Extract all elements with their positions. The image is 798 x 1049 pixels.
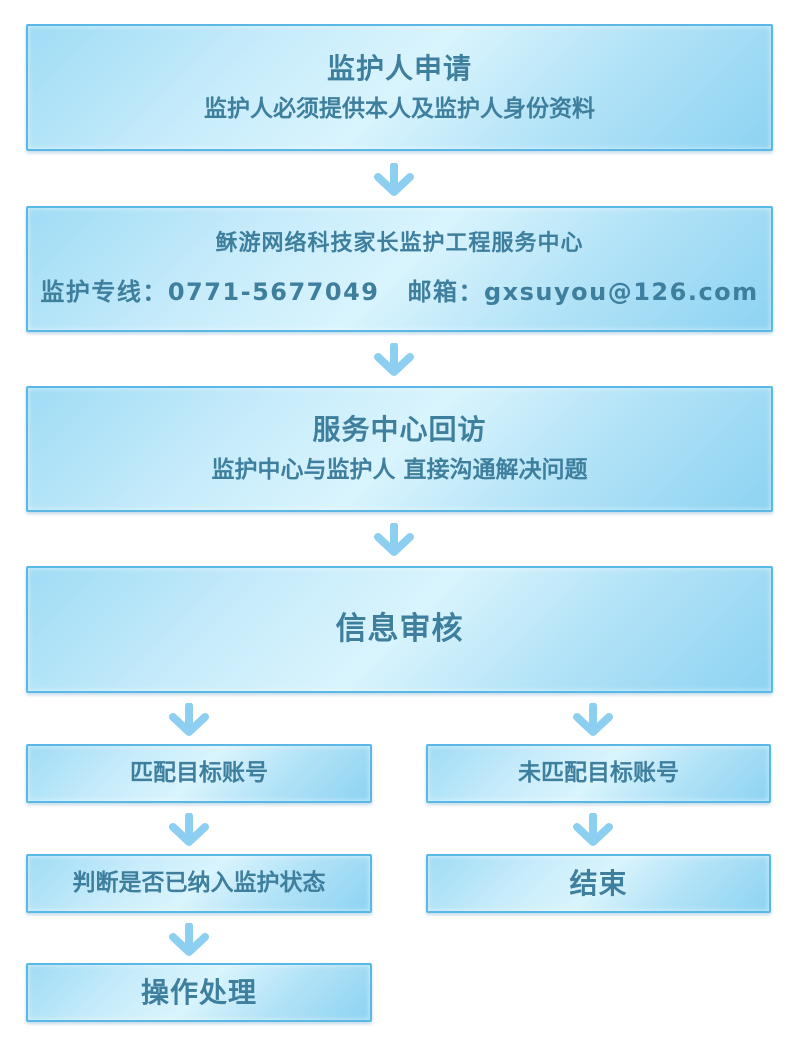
down-arrow-icon	[167, 703, 211, 737]
step-apply: 监护人申请 监护人必须提供本人及监护人身份资料	[26, 24, 773, 151]
down-arrow-icon	[372, 343, 416, 377]
branch-matched-final-label: 操作处理	[140, 975, 257, 1009]
branch-unmatched-final: 结束	[426, 854, 771, 913]
step-review: 信息审核	[26, 566, 773, 693]
hotline-number: 0771-5677049	[167, 277, 380, 306]
down-arrow-icon	[372, 163, 416, 197]
branch-unmatched: 未匹配目标账号	[426, 744, 771, 803]
down-arrow-icon	[571, 703, 615, 737]
branch-matched-check-label: 判断是否已纳入监护状态	[72, 869, 326, 896]
branch-unmatched-final-label: 结束	[569, 866, 628, 900]
service-center-name: 稣游网络科技家长监护工程服务中心	[215, 231, 584, 257]
step-service-center: 稣游网络科技家长监护工程服务中心 监护专线：0771-5677049 邮箱：gxs…	[26, 206, 773, 332]
branch-matched-check: 判断是否已纳入监护状态	[26, 854, 372, 913]
step-callback-title: 服务中心回访	[312, 413, 487, 447]
step-apply-desc: 监护人必须提供本人及监护人身份资料	[204, 95, 595, 122]
email-label: 邮箱：	[407, 277, 484, 306]
step-apply-title: 监护人申请	[326, 51, 472, 85]
branch-matched-label: 匹配目标账号	[130, 759, 268, 786]
email-address: gxsuyou@126.com	[483, 277, 759, 306]
down-arrow-icon	[372, 523, 416, 557]
contact-line: 监护专线：0771-5677049 邮箱：gxsuyou@126.com	[40, 272, 758, 307]
branch-matched: 匹配目标账号	[26, 744, 372, 803]
step-review-title: 信息审核	[335, 610, 464, 647]
hotline-label: 监护专线：	[40, 277, 168, 306]
branch-unmatched-label: 未匹配目标账号	[518, 759, 679, 786]
down-arrow-icon	[167, 813, 211, 847]
down-arrow-icon	[571, 813, 615, 847]
step-callback-desc: 监护中心与监护人 直接沟通解决问题	[211, 457, 588, 483]
branch-matched-final: 操作处理	[26, 963, 372, 1022]
down-arrow-icon	[167, 923, 211, 957]
step-callback: 服务中心回访 监护中心与监护人 直接沟通解决问题	[26, 386, 773, 512]
